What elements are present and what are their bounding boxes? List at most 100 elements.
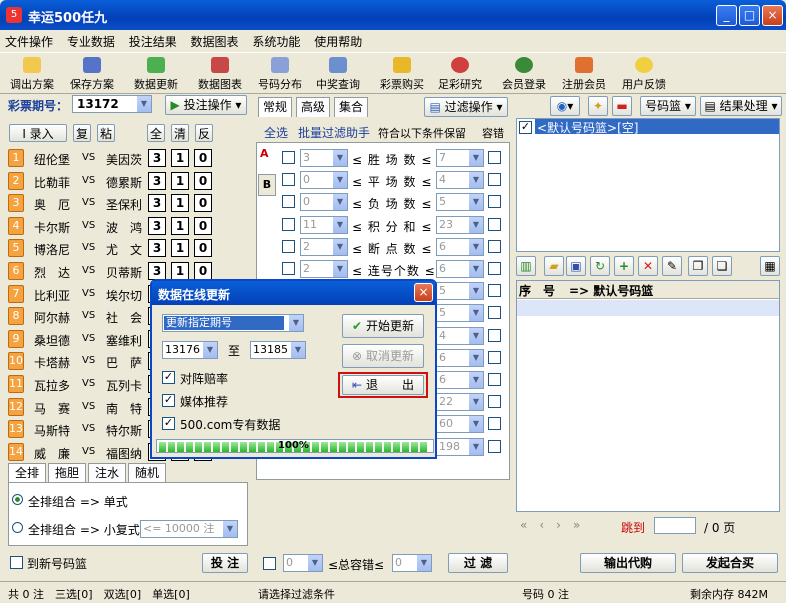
tab-banker[interactable]: 拖胆 bbox=[48, 463, 86, 483]
tolerance-checkbox[interactable] bbox=[488, 439, 501, 453]
to-issue-select[interactable]: 13185 ▼ bbox=[250, 341, 306, 359]
pager-nav[interactable]: «‹›» bbox=[520, 518, 592, 532]
filter-max-select[interactable]: 7 ▼ bbox=[436, 149, 484, 167]
clear-button[interactable]: 清 bbox=[171, 124, 189, 142]
filter-checkbox[interactable] bbox=[282, 262, 295, 275]
update-mode-select[interactable]: 更新指定期号 ▼ bbox=[162, 314, 304, 332]
result-draw[interactable]: 1 bbox=[171, 149, 189, 167]
new-basket-button[interactable]: ✦ bbox=[588, 96, 608, 116]
result-lose[interactable]: 0 bbox=[194, 171, 212, 190]
filter-button[interactable]: 过 滤 bbox=[448, 553, 508, 573]
select-all-button[interactable]: 全 bbox=[147, 124, 165, 142]
tolerance-checkbox[interactable] bbox=[488, 373, 501, 386]
input-button[interactable]: Ⅰ 录入 bbox=[9, 124, 67, 142]
filter-max-select[interactable]: 6 ▼ bbox=[436, 260, 484, 278]
tolerance-checkbox[interactable] bbox=[488, 262, 501, 275]
paste-button[interactable]: 粘 bbox=[97, 124, 115, 142]
result-lose[interactable]: 0 bbox=[194, 149, 212, 167]
basket-open-icon[interactable]: ▥ bbox=[516, 256, 536, 276]
filter-operation-button[interactable]: ▤ 过滤操作 ▾ bbox=[424, 97, 508, 117]
menu-help[interactable]: 使用帮助 bbox=[309, 30, 367, 53]
media-checkbox[interactable]: ✓ bbox=[162, 394, 175, 407]
copy-button[interactable]: 复 bbox=[73, 124, 91, 142]
add-icon[interactable]: + bbox=[614, 256, 634, 276]
football-research-button[interactable]: 足彩研究 bbox=[432, 55, 488, 93]
result-draw[interactable]: 1 bbox=[171, 194, 189, 213]
tab-water[interactable]: 注水 bbox=[88, 463, 126, 483]
filter-max-select[interactable]: 23 ▼ bbox=[436, 215, 484, 234]
result-lose[interactable]: 0 bbox=[194, 239, 212, 258]
folder-icon[interactable]: ▰ bbox=[544, 256, 564, 276]
filter-max-select[interactable]: 5 ▼ bbox=[436, 304, 484, 323]
menu-charts[interactable]: 数据图表 bbox=[186, 30, 244, 53]
filter-min-select[interactable]: 0 ▼ bbox=[300, 171, 348, 190]
radio-small-multi[interactable] bbox=[12, 522, 23, 533]
result-lose[interactable]: 0 bbox=[194, 262, 212, 280]
filter-checkbox[interactable] bbox=[282, 195, 295, 209]
tolerance-checkbox[interactable] bbox=[488, 328, 501, 342]
filter-max-select[interactable]: 22 ▼ bbox=[436, 393, 484, 412]
open-plan-button[interactable]: 调出方案 bbox=[4, 55, 60, 93]
paste-icon[interactable]: ❏ bbox=[712, 256, 732, 276]
member-login-button[interactable]: 会员登录 bbox=[496, 55, 552, 93]
from-issue-select[interactable]: 13176 ▼ bbox=[162, 341, 218, 359]
tolerance-checkbox[interactable] bbox=[488, 195, 501, 209]
tolerance-checkbox[interactable] bbox=[488, 239, 501, 253]
feedback-button[interactable]: 用户反馈 bbox=[616, 55, 672, 93]
tab-full[interactable]: 全排 bbox=[8, 463, 46, 483]
to-basket-checkbox[interactable] bbox=[10, 556, 23, 569]
refresh-icon[interactable]: ↻ bbox=[590, 256, 610, 276]
result-draw[interactable]: 1 bbox=[171, 216, 189, 235]
tolerance-checkbox[interactable] bbox=[488, 217, 501, 231]
total-tolerance-checkbox[interactable] bbox=[263, 557, 276, 570]
total-tolerance-max[interactable]: 0 ▼ bbox=[392, 554, 432, 572]
save-plan-button[interactable]: 保存方案 bbox=[64, 55, 120, 93]
result-win[interactable]: 3 bbox=[148, 216, 166, 235]
filter-max-select[interactable]: 5 ▼ bbox=[436, 282, 484, 301]
register-button[interactable]: 注册会员 bbox=[556, 55, 612, 93]
tolerance-checkbox[interactable] bbox=[488, 284, 501, 298]
output-proxy-button[interactable]: 输出代购 bbox=[580, 553, 676, 573]
menu-file[interactable]: 文件操作 bbox=[0, 30, 58, 53]
copy-icon[interactable]: ❐ bbox=[688, 256, 708, 276]
result-lose[interactable]: 0 bbox=[194, 194, 212, 213]
side-tab-b[interactable]: B bbox=[258, 174, 276, 196]
bet-operation-button[interactable]: ▶ 投注操作 ▾ bbox=[165, 95, 247, 115]
filter-max-select[interactable]: 60 ▼ bbox=[436, 415, 484, 434]
filter-max-select[interactable]: 6 ▼ bbox=[436, 348, 484, 367]
prize-query-button[interactable]: 中奖查询 bbox=[310, 55, 366, 93]
view-icon[interactable]: ▦ bbox=[760, 256, 780, 276]
issue-select[interactable]: 13172 ▼ bbox=[72, 95, 152, 113]
filter-max-select[interactable]: 198 ▼ bbox=[436, 437, 484, 456]
tab-set[interactable]: 集合 bbox=[334, 97, 368, 117]
filter-max-select[interactable]: 4 ▼ bbox=[436, 171, 484, 190]
minimize-button[interactable]: _ bbox=[716, 5, 737, 26]
filter-min-select[interactable]: 11 ▼ bbox=[300, 215, 348, 234]
result-win[interactable]: 3 bbox=[148, 194, 166, 213]
filter-checkbox[interactable] bbox=[282, 173, 295, 187]
start-update-button[interactable]: ✔ 开始更新 bbox=[342, 314, 424, 338]
close-button[interactable]: × bbox=[762, 5, 783, 26]
filter-min-select[interactable]: 2 ▼ bbox=[300, 237, 348, 256]
delete-basket-button[interactable]: ▬ bbox=[612, 96, 632, 116]
group-buy-button[interactable]: 发起合买 bbox=[682, 553, 778, 573]
result-draw[interactable]: 1 bbox=[171, 239, 189, 258]
result-win[interactable]: 3 bbox=[148, 239, 166, 258]
exclusive-data-checkbox[interactable]: ✓ bbox=[162, 417, 175, 430]
filter-checkbox[interactable] bbox=[282, 239, 295, 253]
tolerance-checkbox[interactable] bbox=[488, 151, 501, 164]
tolerance-checkbox[interactable] bbox=[488, 306, 501, 320]
filter-max-select[interactable]: 5 ▼ bbox=[436, 193, 484, 212]
result-lose[interactable]: 0 bbox=[194, 216, 212, 235]
result-win[interactable]: 3 bbox=[148, 171, 166, 190]
menu-system[interactable]: 系统功能 bbox=[247, 30, 305, 53]
tab-advanced[interactable]: 高级 bbox=[296, 97, 330, 117]
odds-checkbox[interactable]: ✓ bbox=[162, 371, 175, 384]
delete-icon[interactable]: ✕ bbox=[638, 256, 658, 276]
save-icon[interactable]: ▣ bbox=[566, 256, 586, 276]
page-input[interactable] bbox=[654, 517, 696, 534]
data-chart-button[interactable]: 数据图表 bbox=[192, 55, 248, 93]
filter-min-select[interactable]: 2 ▼ bbox=[300, 260, 348, 278]
tab-normal[interactable]: 常规 bbox=[258, 97, 292, 117]
table-row[interactable] bbox=[517, 300, 779, 316]
